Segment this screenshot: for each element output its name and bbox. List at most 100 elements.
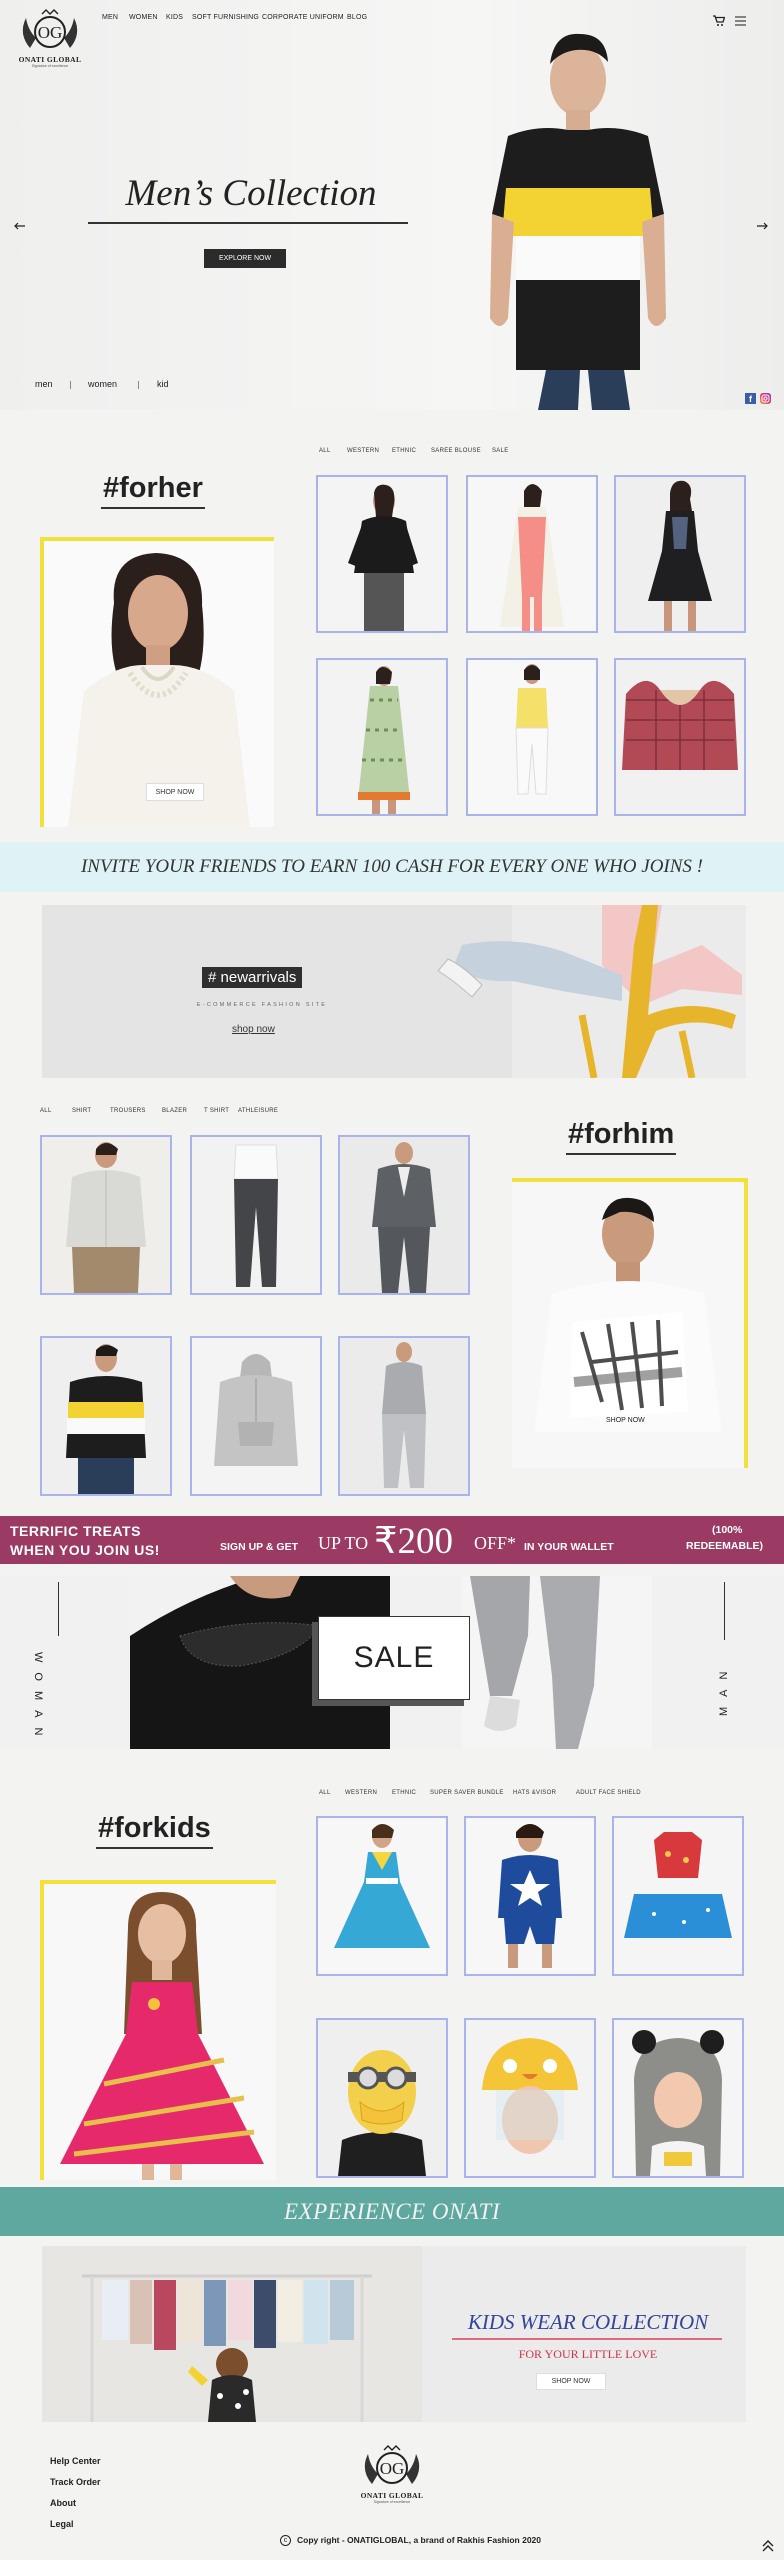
- tab-athleisure[interactable]: ATHLEISURE: [238, 1108, 278, 1114]
- tab-all[interactable]: ALL: [40, 1108, 52, 1114]
- hero-link-women[interactable]: women: [88, 379, 117, 389]
- newarrivals-image: [437, 905, 746, 1078]
- newarrivals-shop-now-link[interactable]: shop now: [232, 1024, 275, 1035]
- product-image: [500, 484, 564, 631]
- newarrivals-subtitle: E-COMMERCE FASHION SITE: [196, 1002, 328, 1008]
- nav-item-blog[interactable]: BLOG: [347, 14, 367, 21]
- product-tile[interactable]: [614, 475, 746, 633]
- nav-item-women[interactable]: WOMEN: [129, 14, 158, 21]
- tab-ethnic[interactable]: ETHNIC: [392, 1790, 416, 1796]
- instagram-icon[interactable]: [760, 393, 771, 404]
- brand-name: ONATI GLOBAL: [18, 55, 82, 64]
- hero-link-kid[interactable]: kid: [157, 379, 169, 389]
- product-tile[interactable]: [190, 1135, 322, 1295]
- promo-upto: UP TO: [318, 1533, 369, 1553]
- promo-redeem1: (100%: [712, 1524, 743, 1536]
- promo-amount: ₹200: [374, 1521, 454, 1562]
- invite-text: INVITE YOUR FRIENDS TO EARN 100 CASH FOR…: [80, 856, 704, 877]
- product-tile[interactable]: [316, 475, 448, 633]
- nav-item-men[interactable]: MEN: [102, 14, 118, 21]
- tab-all[interactable]: ALL: [319, 1790, 331, 1796]
- svg-text:OG: OG: [38, 23, 63, 42]
- tab-all[interactable]: ALL: [319, 448, 331, 454]
- product-tile[interactable]: [316, 2018, 448, 2178]
- product-tile[interactable]: [466, 658, 598, 816]
- promo-banner[interactable]: TERRIFIC TREATS WHEN YOU JOIN US! SIGN U…: [0, 1516, 784, 1564]
- product-tile[interactable]: [612, 2018, 744, 2178]
- tab-saree-blouse[interactable]: SAREE BLOUSE: [431, 448, 481, 454]
- product-tile[interactable]: [614, 658, 746, 816]
- promo-line2: WHEN YOU JOIN US!: [10, 1542, 160, 1558]
- brand-tagline: Signature of excellence: [31, 64, 69, 68]
- product-tile[interactable]: [338, 1336, 470, 1496]
- tab-trousers[interactable]: TROUSERS: [110, 1108, 146, 1114]
- nav-item-soft-furnishing[interactable]: SOFT FURNISHING: [192, 14, 259, 21]
- product-image: [624, 1832, 732, 1938]
- cart-icon[interactable]: [712, 14, 725, 27]
- product-tile[interactable]: [40, 1135, 172, 1295]
- forher-section: ALL WESTERN ETHNIC SAREE BLOUSE SALE #fo…: [0, 430, 784, 830]
- brand-logo[interactable]: OG ONATI GLOBAL Signature of excellence: [12, 8, 88, 70]
- forhim-section: ALL SHIRT TROUSERS BLAZER T SHIRT ATHLEI…: [0, 1100, 784, 1500]
- forhim-shop-now-label[interactable]: SHOP NOW: [606, 1417, 645, 1424]
- product-image: [214, 1354, 298, 1466]
- forkids-feature-image[interactable]: [44, 1884, 276, 2180]
- footer: Help Center Track Order About Legal OG O…: [0, 2430, 784, 2560]
- promo-line1: TERRIFIC TREATS: [10, 1523, 141, 1539]
- hero-title-rule: [88, 222, 408, 224]
- kidswear-shop-now-button[interactable]: SHOP NOW: [536, 2373, 606, 2390]
- tab-hats-visor[interactable]: HATS &VISOR: [513, 1790, 556, 1796]
- tab-western[interactable]: WESTERN: [347, 448, 379, 454]
- product-tile[interactable]: [190, 1336, 322, 1496]
- nav-item-kids[interactable]: KIDS: [166, 14, 183, 21]
- product-tile[interactable]: [338, 1135, 470, 1295]
- tab-blazer[interactable]: BLAZER: [162, 1108, 187, 1114]
- explore-now-button[interactable]: EXPLORE NOW: [204, 249, 286, 268]
- footer-logo-mark-icon: OG: [364, 2445, 420, 2484]
- hero-link-divider: [138, 381, 139, 389]
- tab-sale[interactable]: SALE: [492, 448, 509, 454]
- menu-icon[interactable]: [735, 16, 746, 26]
- product-tile[interactable]: [464, 2018, 596, 2178]
- product-image: [382, 1342, 426, 1488]
- sale-label-box: SALE: [318, 1616, 470, 1700]
- tab-ethnic[interactable]: ETHNIC: [392, 448, 416, 454]
- hero-link-divider: [70, 381, 71, 389]
- hero-link-men[interactable]: men: [35, 379, 53, 389]
- promo-redeem2: REDEEMABLE): [686, 1540, 764, 1552]
- product-image: [334, 1824, 430, 1948]
- tab-shirt[interactable]: SHIRT: [72, 1108, 91, 1114]
- nav-item-corporate-uniform[interactable]: CORPORATE UNIFORM: [262, 14, 344, 21]
- forher-shop-now-button[interactable]: SHOP NOW: [146, 783, 204, 801]
- promo-off: OFF*: [474, 1533, 517, 1553]
- footer-link-track-order[interactable]: Track Order: [50, 2477, 101, 2487]
- footer-logo[interactable]: OG ONATI GLOBAL Signature of excellence: [354, 2444, 430, 2506]
- tab-adult-face-shield[interactable]: ADULT FACE SHIELD: [576, 1790, 641, 1796]
- newarrivals-banner[interactable]: # newarrivals E-COMMERCE FASHION SITE sh…: [42, 905, 746, 1078]
- kidswear-banner[interactable]: KIDS WEAR COLLECTION FOR YOUR LITTLE LOV…: [42, 2246, 746, 2422]
- footer-link-about[interactable]: About: [50, 2498, 76, 2508]
- facebook-icon[interactable]: f: [745, 393, 756, 404]
- tab-super-saver-bundle[interactable]: SUPER SAVER BUNDLE: [430, 1790, 504, 1796]
- tab-t-shirt[interactable]: T SHIRT: [204, 1108, 229, 1114]
- sale-right-rule: [724, 1582, 725, 1640]
- tab-western[interactable]: WESTERN: [345, 1790, 377, 1796]
- footer-link-help-center[interactable]: Help Center: [50, 2456, 101, 2466]
- hero-next-arrow-icon[interactable]: [756, 222, 768, 230]
- product-tile[interactable]: [316, 658, 448, 816]
- product-tile[interactable]: [464, 1816, 596, 1976]
- footer-link-legal[interactable]: Legal: [50, 2519, 74, 2529]
- scroll-to-top-icon[interactable]: [762, 2540, 774, 2552]
- forhim-feature-image[interactable]: [512, 1182, 744, 1468]
- hero-title: Men’s Collection: [125, 173, 377, 214]
- product-tile[interactable]: [612, 1816, 744, 1976]
- product-image: [498, 1824, 562, 1968]
- hero-prev-arrow-icon[interactable]: [14, 222, 26, 230]
- newarrivals-tag: # newarrivals: [202, 967, 303, 988]
- product-tile[interactable]: [466, 475, 598, 633]
- product-tile[interactable]: [316, 1816, 448, 1976]
- product-image: [358, 666, 410, 814]
- promo-wallet: IN YOUR WALLET: [524, 1541, 614, 1553]
- product-tile[interactable]: [40, 1336, 172, 1496]
- sale-banner[interactable]: SALE WOMAN MAN: [0, 1576, 784, 1749]
